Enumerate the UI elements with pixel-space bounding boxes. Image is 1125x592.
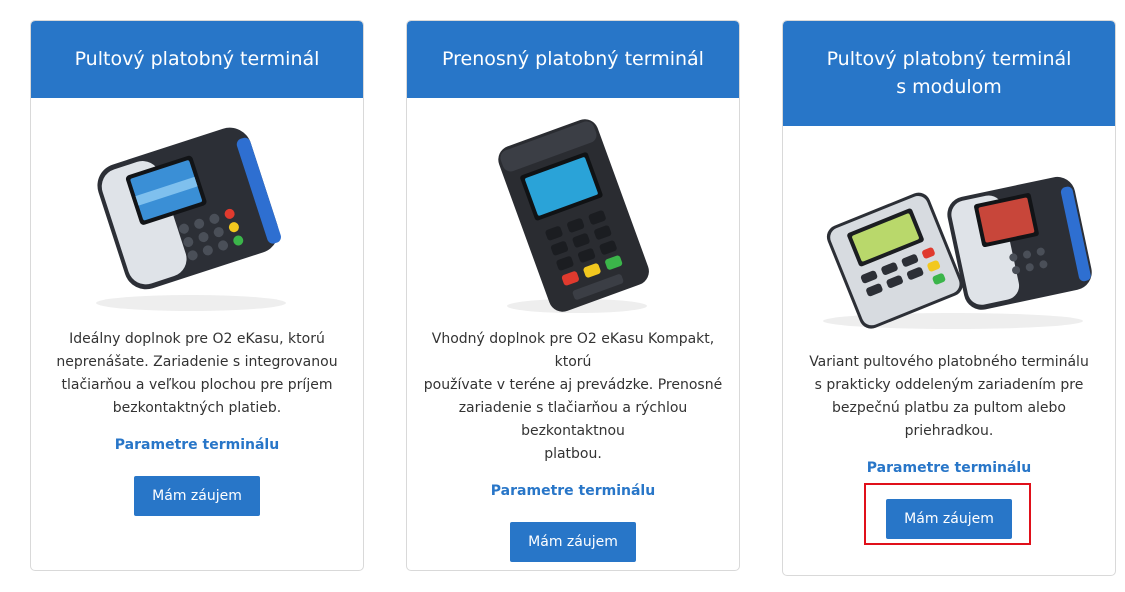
- terminal-parameters-link[interactable]: Parametre terminálu: [407, 483, 739, 499]
- description-line: bezpečnú platbu za pultom alebo priehrad…: [831, 400, 1066, 439]
- description-line: s prakticky oddeleným zariadením pre: [814, 377, 1084, 393]
- card-title-line: Pultový platobný terminál: [74, 48, 320, 70]
- description-line: Vhodný doplnok pre O2 eKasu Kompakt, kto…: [431, 331, 715, 370]
- description-line: bezkontaktných platieb.: [112, 400, 282, 416]
- card-description: Ideálny doplnok pre O2 eKasu, ktorú nepr…: [31, 328, 363, 420]
- description-line: platbou.: [544, 446, 602, 462]
- interest-button[interactable]: Mám záujem: [134, 476, 260, 516]
- countertop-terminal-image: [31, 98, 363, 328]
- description-line: Ideálny doplnok pre O2 eKasu, ktorú: [69, 331, 325, 347]
- description-line: zariadenie s tlačiarňou a rýchlou bezkon…: [458, 400, 688, 439]
- highlight-box: [864, 483, 1031, 545]
- description-line: používate v teréne aj prevádzke. Prenosn…: [423, 377, 723, 393]
- card-description: Vhodný doplnok pre O2 eKasu Kompakt, kto…: [407, 328, 739, 466]
- terminal-offers-page: Pultový platobný terminál Ideálny doplno…: [0, 0, 1125, 592]
- card-title: Pultový platobný terminál: [31, 21, 363, 98]
- card-description: Variant pultového platobného terminálu s…: [783, 351, 1115, 443]
- description-line: neprenášate. Zariadenie s integrovanou: [56, 354, 338, 370]
- interest-button[interactable]: Mám záujem: [510, 522, 636, 562]
- card-title-line: Prenosný platobný terminál: [442, 48, 704, 70]
- card-countertop-terminal: Pultový platobný terminál Ideálny doplno…: [30, 20, 364, 571]
- terminal-with-module-image: [783, 126, 1115, 351]
- card-title: Prenosný platobný terminál: [407, 21, 739, 98]
- card-portable-terminal: Prenosný platobný terminál Vhodný doplno…: [406, 20, 740, 571]
- portable-terminal-image: [407, 98, 739, 328]
- terminal-parameters-link[interactable]: Parametre terminálu: [783, 460, 1115, 476]
- description-line: tlačiarňou a veľkou plochou pre príjem: [61, 377, 333, 393]
- card-title-line: Pultový platobný terminál: [826, 48, 1072, 70]
- card-title: Pultový platobný terminál s modulom: [783, 21, 1115, 126]
- description-line: Variant pultového platobného terminálu: [809, 354, 1089, 370]
- terminal-parameters-link[interactable]: Parametre terminálu: [31, 437, 363, 453]
- card-title-line: s modulom: [896, 76, 1002, 98]
